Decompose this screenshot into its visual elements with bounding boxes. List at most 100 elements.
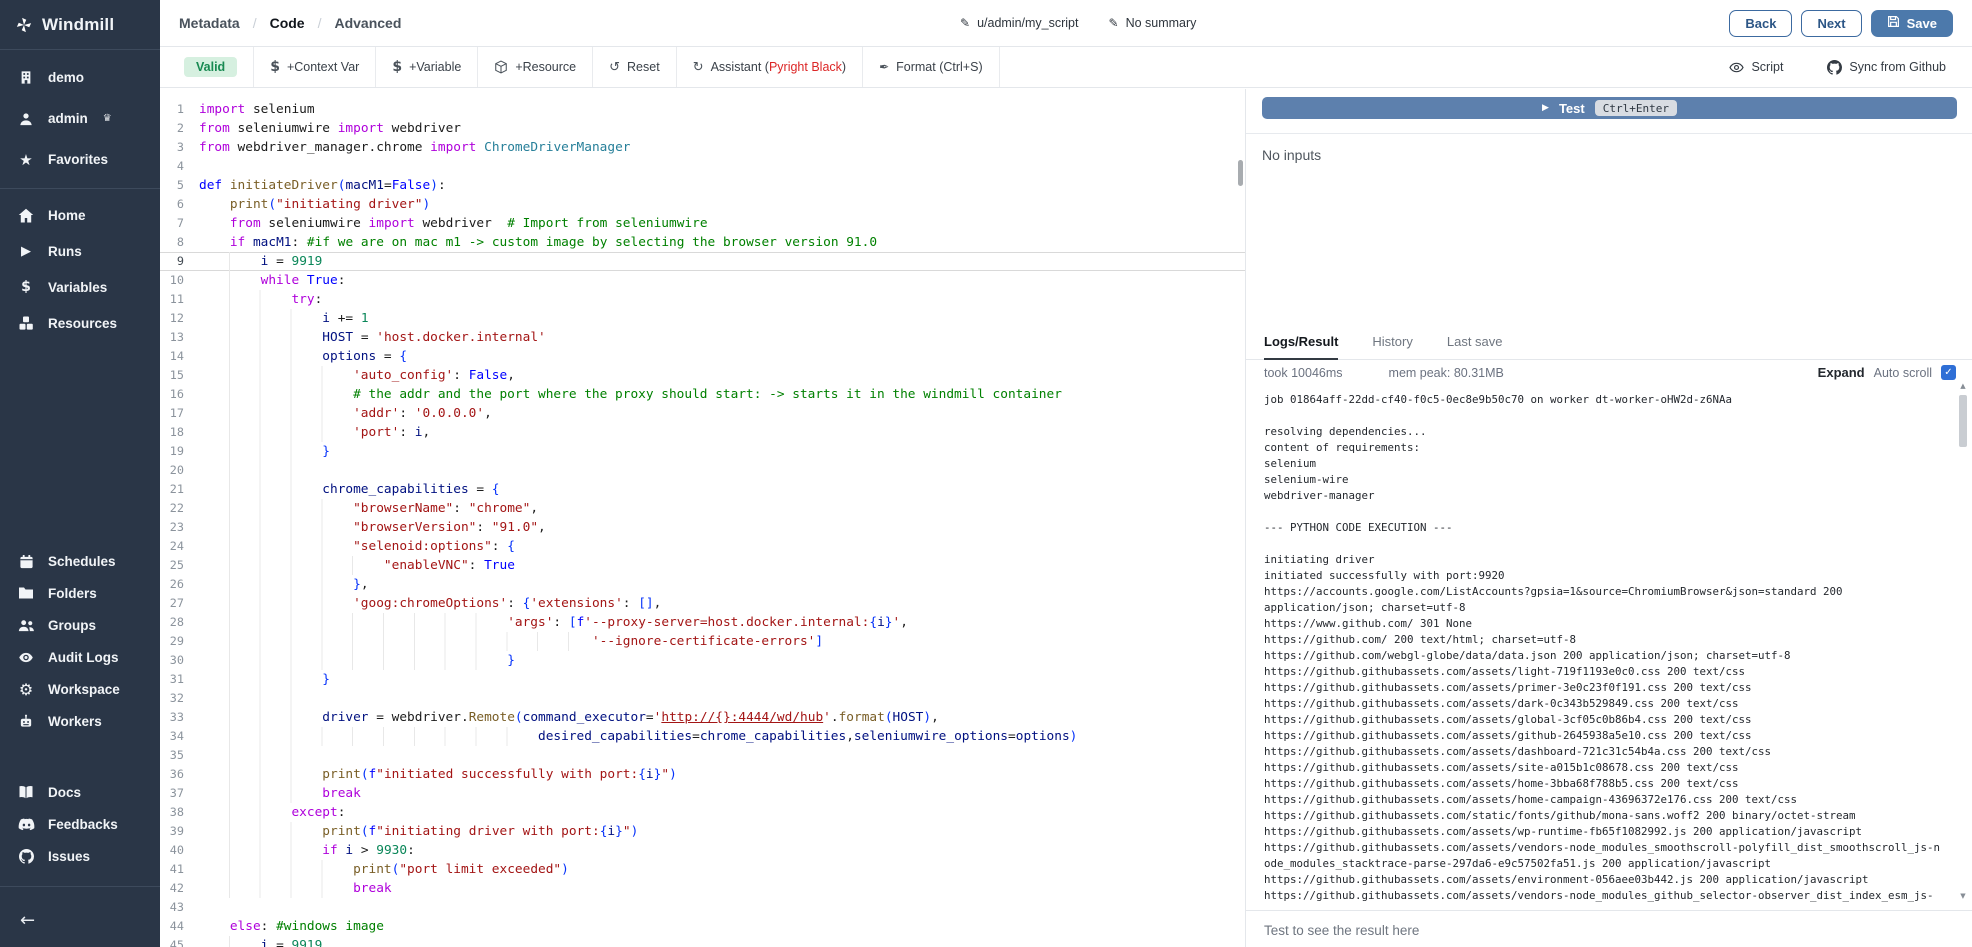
script-eye-icon [1729,61,1744,74]
sidebar-item-home[interactable]: Home [0,197,160,233]
panel-tab-logs-result[interactable]: Logs/Result [1264,325,1338,360]
save-icon [1887,15,1900,31]
code-line: 18 'port': i, [160,423,1245,442]
line-number: 29 [160,632,184,651]
collapse-sidebar-button[interactable]: ← [0,900,160,931]
sidebar-item-schedules[interactable]: Schedules [0,545,160,577]
sidebar-item-workspace[interactable]: ⚙Workspace [0,673,160,705]
panel-tabs: Logs/Result History Last save [1246,325,1972,360]
autoscroll-checkbox[interactable]: ✓ [1941,365,1956,380]
expand-button[interactable]: Expand [1818,365,1865,380]
editor-toolbar: Valid $+Context Var$+Variable+Resource↺R… [160,47,1972,88]
sidebar-item-audit-logs[interactable]: Audit Logs [0,641,160,673]
sidebar-divider-bottom [0,886,160,887]
line-number: 41 [160,860,184,879]
code-editor[interactable]: 1import selenium2from seleniumwire impor… [160,89,1245,947]
code-line: 44 else: #windows image [160,917,1245,936]
breadcrumb-separator: / [253,15,257,31]
dollar-icon: $ [392,59,402,75]
-button[interactable]: $+Variable [375,47,477,87]
code-line: 20 [160,461,1245,480]
panel-tab-last-save[interactable]: Last save [1447,325,1503,360]
shortcut-badge: Ctrl+Enter [1595,100,1677,116]
sidebar-item-workers[interactable]: Workers [0,705,160,737]
sidebar-item-issues[interactable]: Issues [0,840,160,872]
sidebar-item-admin[interactable]: admin♛ [0,98,160,139]
sidebar-item-resources[interactable]: Resources [0,305,160,341]
log-line: https://github.githubassets.com/assets/v… [1264,840,1944,872]
windmill-logo[interactable]: Windmill [0,0,160,50]
sidebar-item-feedbacks[interactable]: Feedbacks [0,808,160,840]
logs-output[interactable]: job 01864aff-22dd-cf40-f0c5-0ec8e9b50c70… [1246,385,1972,911]
scroll-down-icon[interactable]: ▼ [1957,892,1969,900]
panel-tab-history[interactable]: History [1372,325,1412,360]
log-line: https://github.githubassets.com/assets/s… [1264,760,1944,776]
sidebar-item-variables[interactable]: $Variables [0,269,160,305]
format-button[interactable]: ✒Format (Ctrl+S) [862,47,1000,87]
calendar-icon [17,554,35,569]
log-line: selenium [1264,456,1944,472]
back-button[interactable]: Back [1729,10,1792,37]
code-line: 10 while True: [160,271,1245,290]
log-line: webdriver-manager [1264,488,1944,504]
assistant-icon: ↻ [693,60,704,75]
code-line: 12 i += 1 [160,309,1245,328]
tab-metadata[interactable]: Metadata [179,15,240,31]
sidebar-item-favorites[interactable]: ★Favorites [0,139,160,180]
logs-scrollbar-thumb[interactable] [1959,395,1967,447]
sidebar-item-demo[interactable]: demo [0,57,160,98]
line-number: 26 [160,575,184,594]
log-line: https://github.com/webgl-globe/data/data… [1264,648,1944,664]
tab-advanced[interactable]: Advanced [334,15,401,31]
line-number: 36 [160,765,184,784]
sidebar-admin-group: SchedulesFoldersGroupsAudit Logs⚙Workspa… [0,545,160,737]
sidebar-item-folders[interactable]: Folders [0,577,160,609]
editor-scrollbar-thumb[interactable] [1238,160,1243,186]
log-line: application/json; charset=utf-8 [1264,600,1944,616]
code-line: 6 print("initiating driver") [160,195,1245,214]
gear-icon: ⚙ [17,680,35,699]
sidebar-item-runs[interactable]: ▶Runs [0,233,160,269]
line-number: 39 [160,822,184,841]
header-actions: Back Next Save [1729,10,1953,37]
code-line: 40 if i > 9930: [160,841,1245,860]
reset-icon: ↺ [609,60,620,75]
test-button[interactable]: ▶ Test Ctrl+Enter [1262,97,1957,119]
script-summary[interactable]: ✎ No summary [1109,16,1197,30]
script-button[interactable]: Script [1729,60,1783,74]
save-button[interactable]: Save [1871,10,1953,37]
log-line: https://www.github.com/ 301 None [1264,616,1944,632]
line-number: 22 [160,499,184,518]
-button[interactable]: +Resource [477,47,592,87]
sidebar-top-group: demoadmin♛★Favorites [0,50,160,180]
tab-code[interactable]: Code [270,15,305,31]
code-line: 2from seleniumwire import webdriver [160,119,1245,138]
script-path[interactable]: ✎ u/admin/my_script [960,16,1079,30]
log-line: https://github.com/ 200 text/html; chars… [1264,632,1944,648]
sidebar-item-groups[interactable]: Groups [0,609,160,641]
test-section: ▶ Test Ctrl+Enter [1246,97,1972,134]
sidebar-item-docs[interactable]: Docs [0,776,160,808]
-button[interactable]: $+Context Var [253,47,375,87]
line-number: 10 [160,271,184,290]
assistant-button[interactable]: ↻Assistant (Pyright Black) [676,47,862,87]
script-meta: ✎ u/admin/my_script ✎ No summary [960,16,1196,30]
code-line: 26 }, [160,575,1245,594]
code-line: 30 } [160,651,1245,670]
reset-button[interactable]: ↺Reset [592,47,676,87]
log-line: https://github.githubassets.com/assets/p… [1264,680,1944,696]
code-line: 27 'goog:chromeOptions': {'extensions': … [160,594,1245,613]
code-line: 1import selenium [160,100,1245,119]
scroll-up-icon[interactable]: ▲ [1957,382,1969,390]
log-line [1264,536,1944,552]
log-line: initiating driver [1264,552,1944,568]
code-line: 21 chrome_capabilities = { [160,480,1245,499]
line-number: 16 [160,385,184,404]
log-line: resolving dependencies... [1264,424,1944,440]
pencil-icon: ✎ [1109,16,1119,30]
crown-icon: ♛ [103,113,112,124]
logs-scrollbar[interactable]: ▲ ▼ [1957,382,1969,900]
sync-from-github-button[interactable]: Sync from Github [1827,60,1946,75]
top-header: Metadata/Code/Advanced ✎ u/admin/my_scri… [160,0,1972,47]
next-button[interactable]: Next [1801,10,1861,37]
